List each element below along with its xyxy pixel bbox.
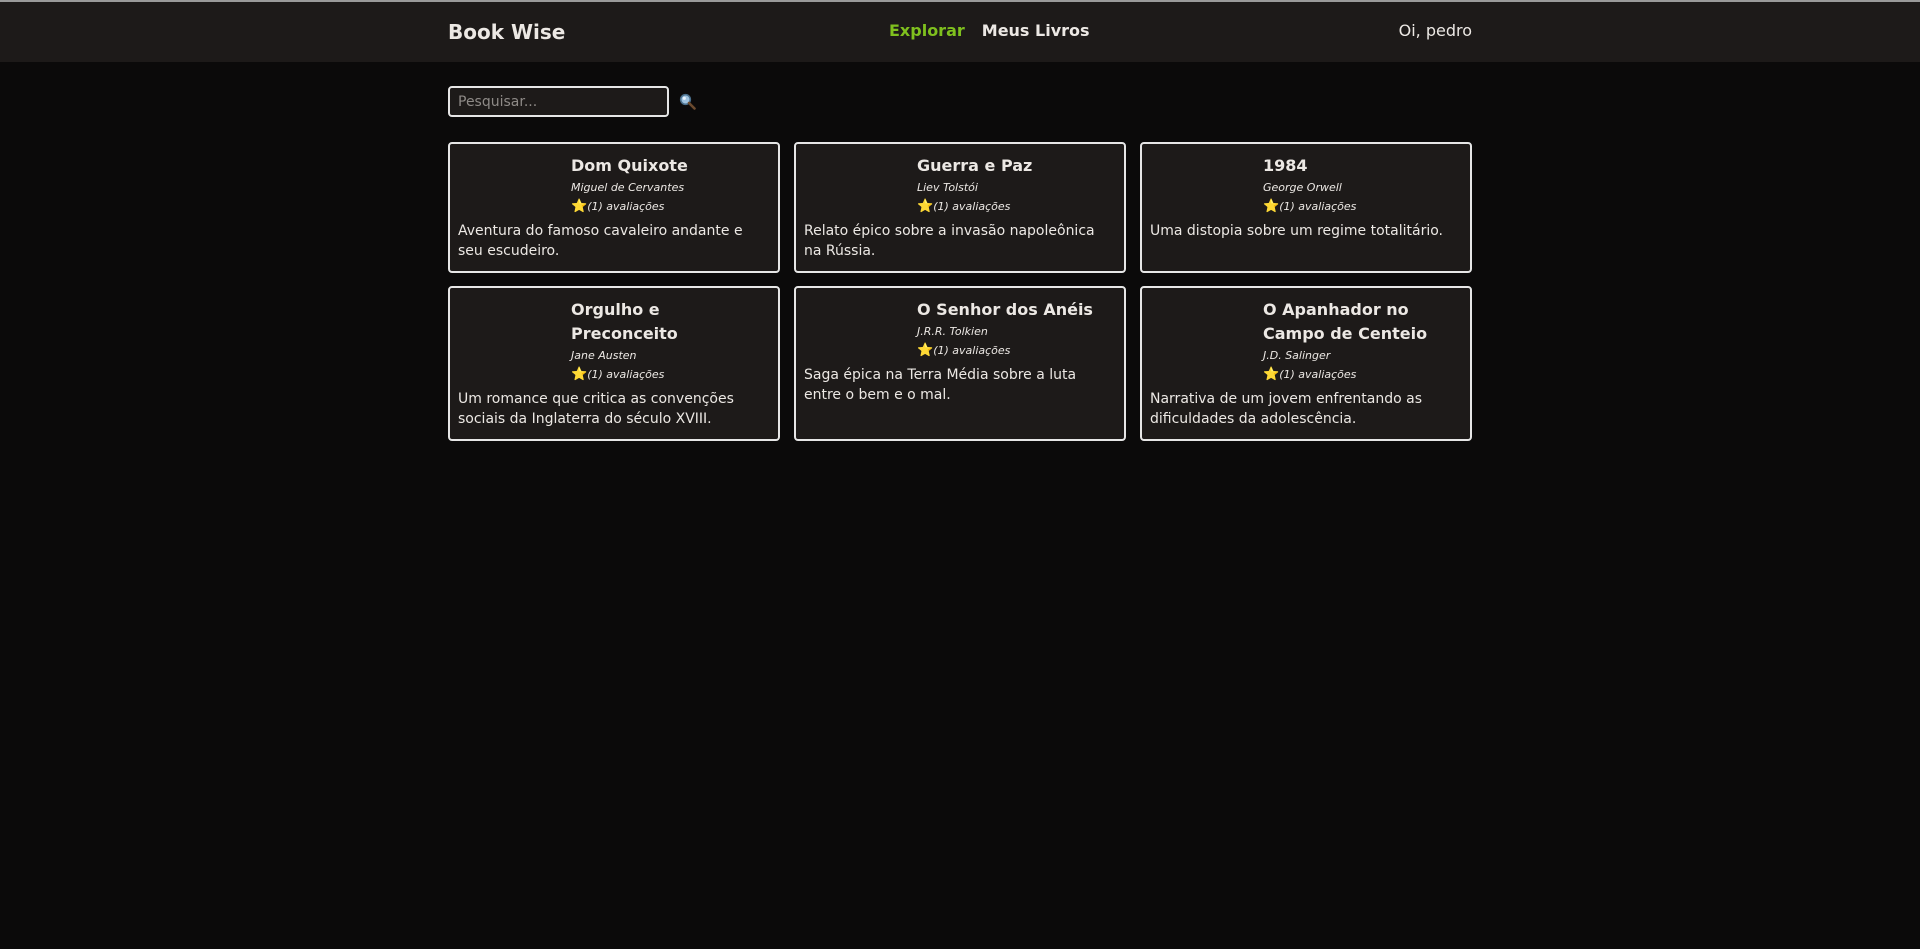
book-author: Miguel de Cervantes [571, 181, 685, 194]
book-title[interactable]: Guerra e Paz [917, 154, 1116, 178]
nav-meus-livros-link[interactable]: Meus Livros [982, 21, 1090, 40]
review-count: (1) avaliações [1279, 200, 1357, 213]
book-grid: Dom Quixote Miguel de Cervantes ⭐ (1) ava… [448, 142, 1472, 441]
book-title[interactable]: Orgulho e Preconceito [571, 298, 770, 346]
book-card-header: 1984 George Orwell ⭐ (1) avaliações [1150, 154, 1462, 216]
nav-explorar-link[interactable]: Explorar [889, 21, 965, 40]
main-nav: Explorar Meus Livros [889, 21, 1090, 40]
star-icon: ⭐ [571, 367, 588, 382]
book-author: Jane Austen [571, 349, 637, 362]
book-description: Saga épica na Terra Média sobre a luta e… [804, 367, 1077, 403]
book-card[interactable]: O Apanhador no Campo de Centeio J.D. Sal… [1140, 286, 1472, 441]
review-count: (1) avaliações [587, 200, 665, 213]
book-description: Aventura do famoso cavaleiro andante e s… [458, 223, 743, 259]
book-card-header: Dom Quixote Miguel de Cervantes ⭐ (1) ava… [458, 154, 770, 216]
review-count: (1) avaliações [587, 368, 665, 381]
book-title[interactable]: O Senhor dos Anéis [917, 298, 1116, 322]
review-count: (1) avaliações [933, 200, 1011, 213]
book-rating: ⭐ (1) avaliações [917, 198, 1116, 216]
app-header: Book Wise Explorar Meus Livros Oi, pedro [0, 2, 1920, 62]
book-card-header: O Apanhador no Campo de Centeio J.D. Sal… [1150, 298, 1462, 384]
star-icon: ⭐ [571, 199, 588, 214]
book-card-header: O Senhor dos Anéis J.R.R. Tolkien ⭐ (1) a… [804, 298, 1116, 360]
book-title[interactable]: 1984 [1263, 154, 1462, 178]
star-icon: ⭐ [1263, 367, 1280, 382]
search-bar [448, 86, 697, 117]
review-count: (1) avaliações [1279, 368, 1357, 381]
book-card[interactable]: Guerra e Paz Liev Tolstói ⭐ (1) avaliaçõe… [794, 142, 1126, 273]
book-card[interactable]: O Senhor dos Anéis J.R.R. Tolkien ⭐ (1) a… [794, 286, 1126, 441]
brand-logo[interactable]: Book Wise [448, 20, 565, 44]
book-author: J.D. Salinger [1263, 349, 1331, 362]
book-rating: ⭐ (1) avaliações [1263, 198, 1462, 216]
book-description: Relato épico sobre a invasão napoleônica… [804, 223, 1095, 259]
star-icon: ⭐ [917, 343, 934, 358]
user-greeting: Oi, pedro [1398, 21, 1472, 40]
book-rating: ⭐ (1) avaliações [571, 366, 770, 384]
book-rating: ⭐ (1) avaliações [1263, 366, 1462, 384]
book-rating: ⭐ (1) avaliações [917, 342, 1116, 360]
book-card[interactable]: 1984 George Orwell ⭐ (1) avaliações Uma d… [1140, 142, 1472, 273]
book-author: George Orwell [1263, 181, 1342, 194]
book-description: Um romance que critica as convenções soc… [458, 391, 734, 427]
book-author: J.R.R. Tolkien [917, 325, 988, 338]
search-input[interactable] [448, 86, 669, 117]
star-icon: ⭐ [1263, 199, 1280, 214]
book-title[interactable]: Dom Quixote [571, 154, 770, 178]
book-card-header: Orgulho e Preconceito Jane Austen ⭐ (1) a… [458, 298, 770, 384]
star-icon: ⭐ [917, 199, 934, 214]
book-description: Narrativa de um jovem enfrentando as dif… [1150, 391, 1423, 427]
book-card-header: Guerra e Paz Liev Tolstói ⭐ (1) avaliaçõe… [804, 154, 1116, 216]
book-card[interactable]: Dom Quixote Miguel de Cervantes ⭐ (1) ava… [448, 142, 780, 273]
book-description: Uma distopia sobre um regime totalitário… [1150, 223, 1443, 239]
review-count: (1) avaliações [933, 344, 1011, 357]
book-author: Liev Tolstói [917, 181, 978, 194]
search-icon[interactable] [677, 92, 697, 112]
book-rating: ⭐ (1) avaliações [571, 198, 770, 216]
book-card[interactable]: Orgulho e Preconceito Jane Austen ⭐ (1) a… [448, 286, 780, 441]
book-title[interactable]: O Apanhador no Campo de Centeio [1263, 298, 1462, 346]
